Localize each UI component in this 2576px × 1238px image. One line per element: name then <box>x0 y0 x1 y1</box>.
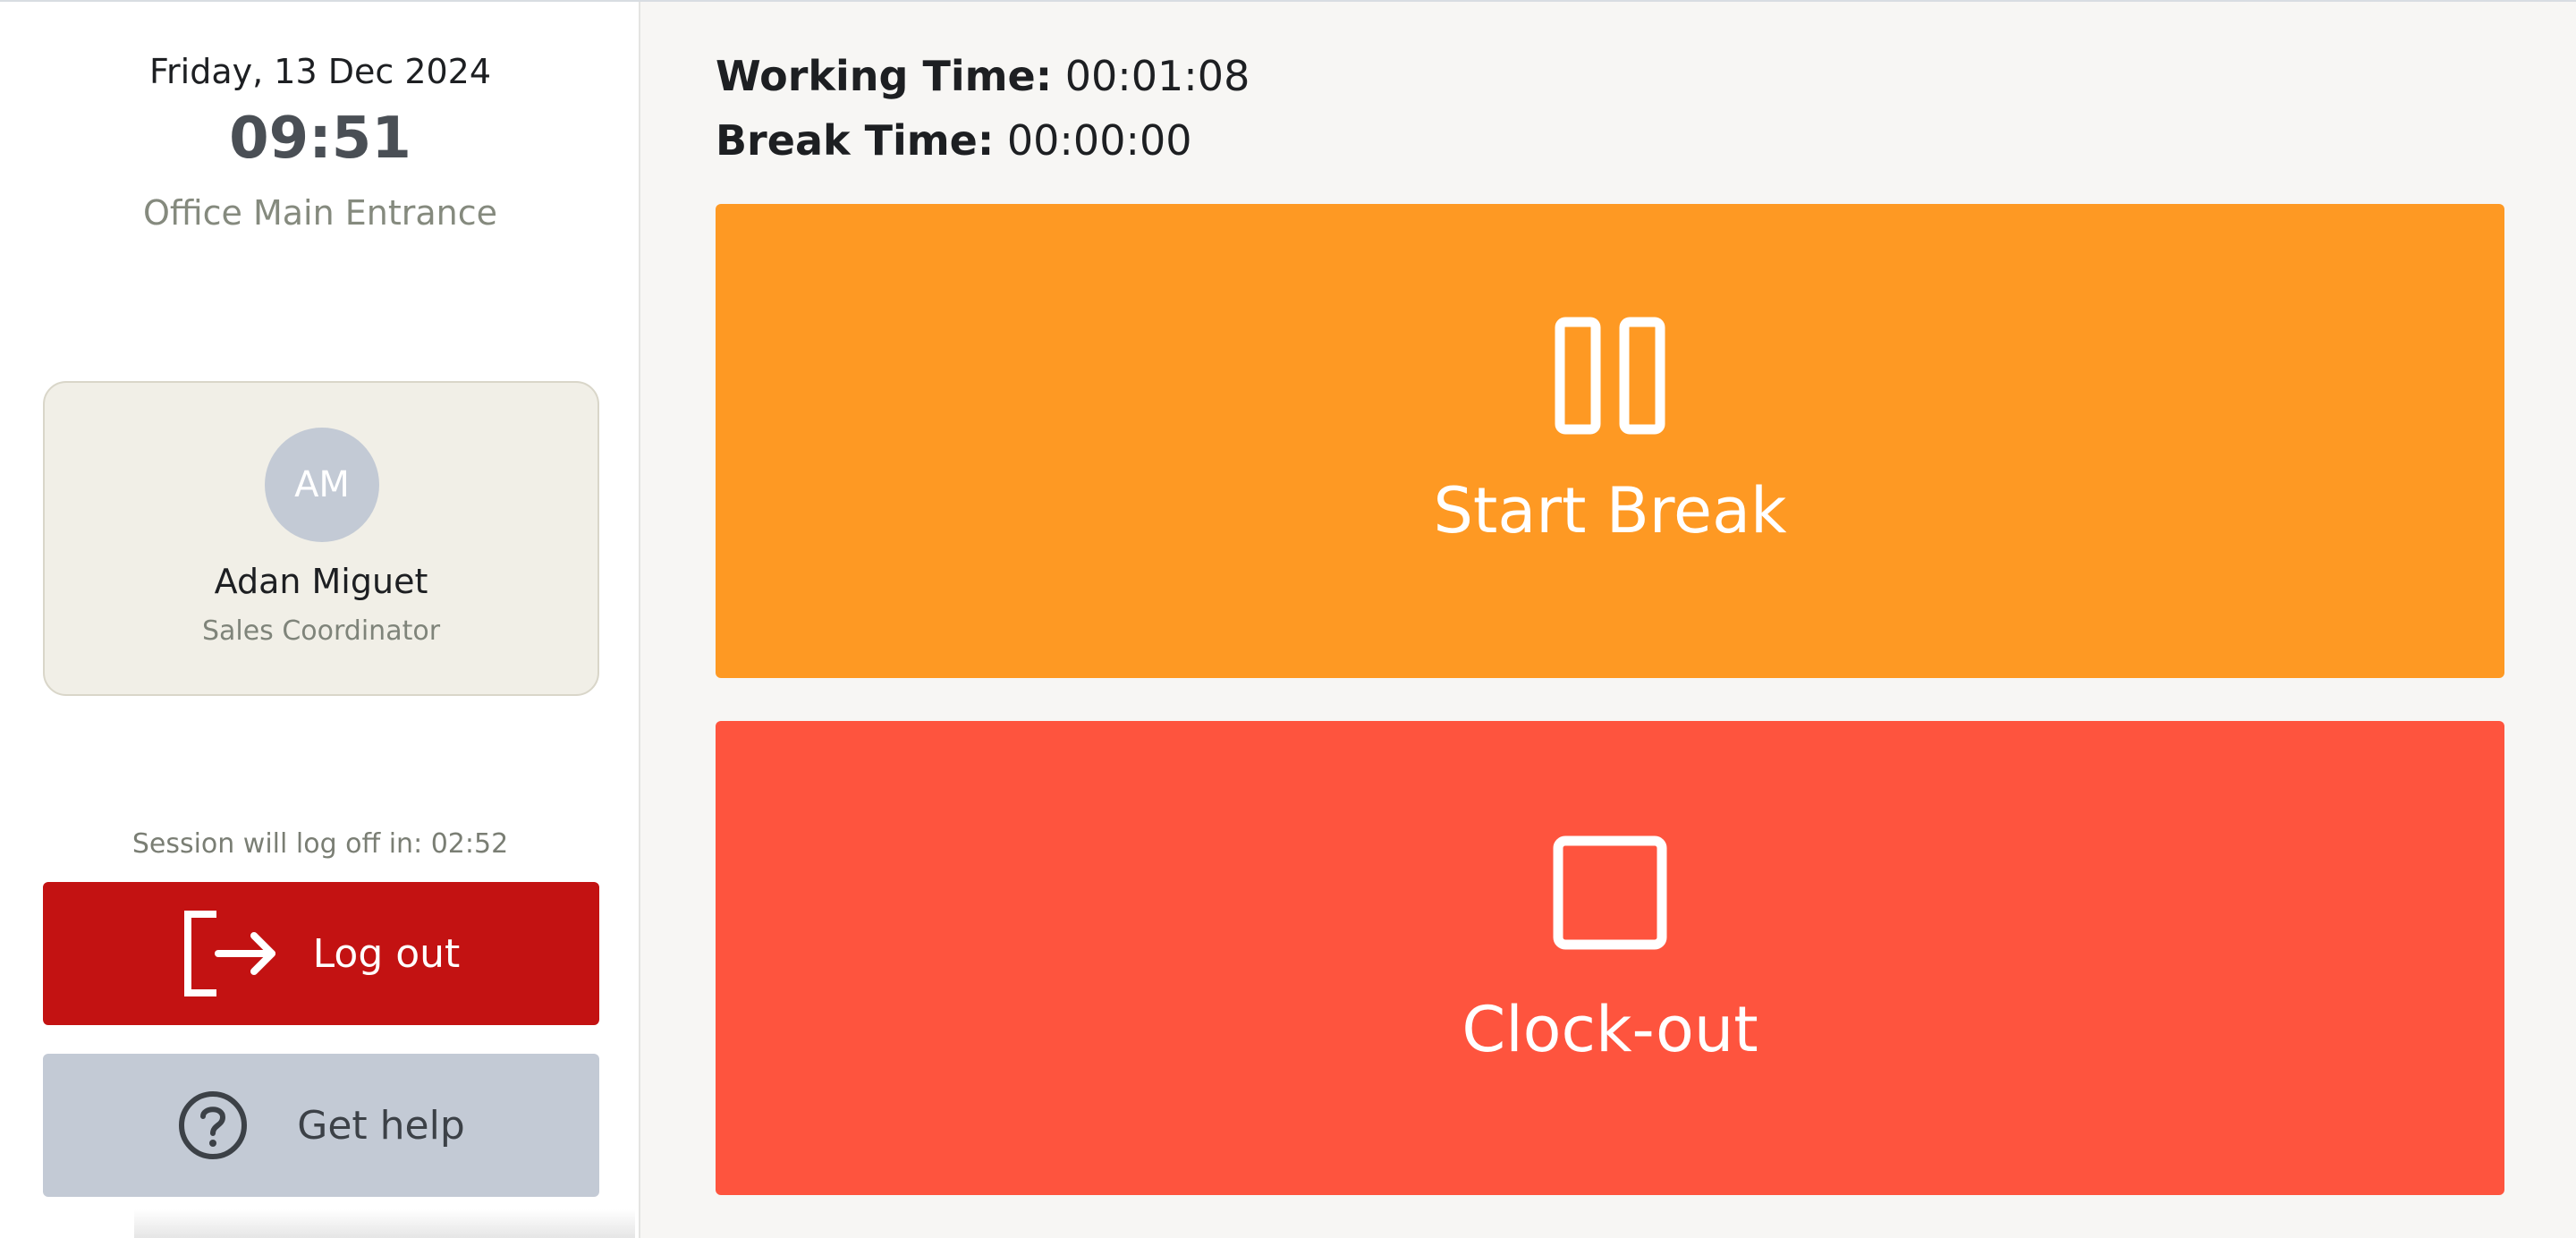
question-circle-icon <box>179 1091 248 1159</box>
break-time: Break Time: 00:00:00 <box>716 116 1192 165</box>
app-window: Friday, 13 Dec 2024 09:51 Office Main En… <box>0 0 2576 1238</box>
stop-icon <box>1553 835 1667 950</box>
current-time: 09:51 <box>229 106 411 172</box>
logout-label: Log out <box>312 930 461 977</box>
working-time-label: Working Time: <box>716 52 1053 100</box>
break-time-value: 00:00:00 <box>1006 116 1192 165</box>
get-help-button[interactable]: Get help <box>43 1054 599 1197</box>
logout-icon <box>183 911 275 996</box>
user-name: Adan Miguet <box>214 562 428 601</box>
break-time-label: Break Time: <box>716 116 995 165</box>
current-date: Friday, 13 Dec 2024 <box>148 52 492 91</box>
start-break-label: Start Break <box>1433 474 1787 547</box>
sidebar-bottom-shadow <box>134 1209 635 1238</box>
location-label: Office Main Entrance <box>142 193 498 233</box>
working-time-value: 00:01:08 <box>1064 52 1250 100</box>
main-panel: Working Time: 00:01:08 Break Time: 00:00… <box>640 2 2576 1238</box>
start-break-button[interactable]: Start Break <box>716 204 2504 678</box>
pause-icon <box>1555 317 1665 435</box>
clock-out-label: Clock-out <box>1462 993 1758 1066</box>
avatar: AM <box>265 428 379 542</box>
working-time: Working Time: 00:01:08 <box>716 52 1250 100</box>
get-help-label: Get help <box>297 1102 465 1149</box>
logout-button[interactable]: Log out <box>43 882 599 1025</box>
session-timeout-notice: Session will log off in: 02:52 <box>131 828 509 860</box>
user-card: AM Adan Miguet Sales Coordinator <box>43 381 599 696</box>
sidebar: Friday, 13 Dec 2024 09:51 Office Main En… <box>0 2 640 1238</box>
clock-out-button[interactable]: Clock-out <box>716 721 2504 1195</box>
user-role: Sales Coordinator <box>201 615 441 647</box>
